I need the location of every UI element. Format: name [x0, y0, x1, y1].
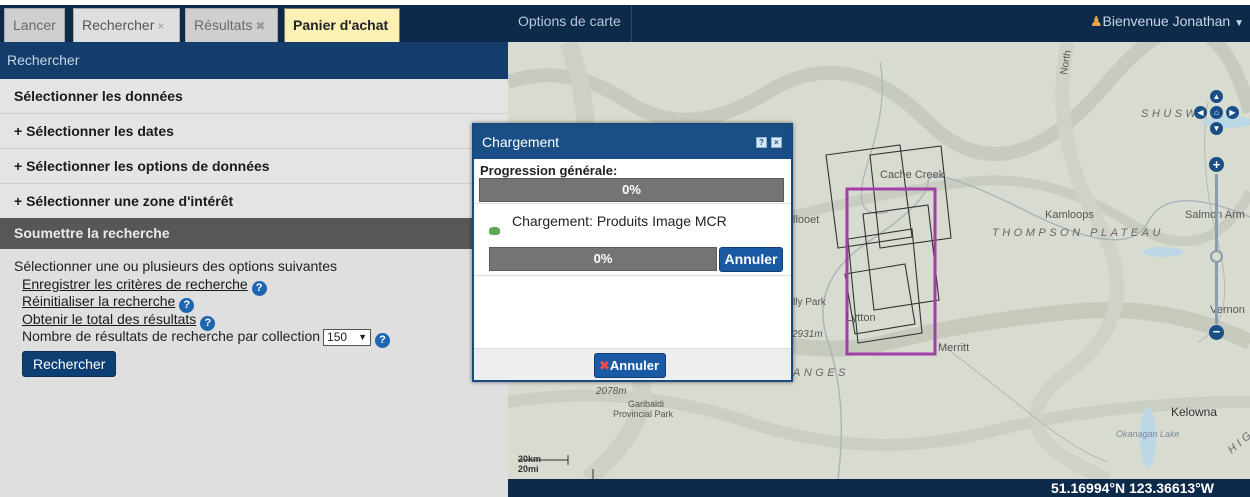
- item-progress-text: 0%: [593, 251, 613, 266]
- pan-down-icon[interactable]: ▼: [1210, 122, 1223, 135]
- close-icon: ✖: [599, 358, 610, 373]
- map-label: THOMPSON PLATEAU: [992, 227, 1164, 239]
- submit-header: Soumettre la recherche: [0, 218, 508, 249]
- chevron-down-icon: ▼: [1234, 18, 1244, 29]
- results-per-collection-label: Nombre de résultats de recherche par col…: [22, 328, 321, 344]
- get-total-link[interactable]: Obtenir le total des résultats: [22, 311, 196, 327]
- tab-label: Panier d'achat: [293, 17, 389, 33]
- close-icon[interactable]: ✖: [255, 19, 265, 33]
- item-progress-bar: 0%: [489, 247, 717, 271]
- panel-title: Rechercher: [0, 42, 508, 79]
- help-icon[interactable]: ?: [251, 280, 267, 296]
- save-criteria-link[interactable]: Enregistrer les critères de recherche: [22, 276, 248, 292]
- chevron-down-icon: ▼: [358, 332, 368, 342]
- cancel-button[interactable]: ✖Annuler: [594, 353, 667, 378]
- results-per-collection-select[interactable]: 150 ▼: [323, 329, 372, 346]
- tab-panier[interactable]: Panier d'achat: [284, 8, 400, 42]
- home-icon[interactable]: ⌂: [1210, 106, 1223, 119]
- cancel-label: Annuler: [609, 358, 660, 373]
- pan-left-icon[interactable]: ◀: [1194, 106, 1207, 119]
- layer-icon: [489, 227, 500, 235]
- tab-label: Résultats: [194, 17, 253, 33]
- map-label: 2078m: [596, 386, 627, 397]
- item-cancel-button[interactable]: Annuler: [719, 247, 783, 272]
- map-label: Cache Creek: [880, 169, 945, 181]
- reset-search-link[interactable]: Réinitialiser la recherche: [22, 293, 175, 309]
- overall-progress-bar: 0%: [479, 178, 784, 202]
- overall-progress-label: Progression générale:: [480, 163, 618, 178]
- pan-right-icon[interactable]: ▶: [1226, 106, 1239, 119]
- close-icon[interactable]: ×: [771, 137, 782, 148]
- map-label: 2931m: [792, 329, 823, 340]
- scale-mi: 20mi: [518, 464, 539, 474]
- scale-km: 20km: [518, 454, 542, 464]
- section-select-dates[interactable]: + Sélectionner les dates: [0, 114, 508, 149]
- tab-label: Rechercher: [82, 17, 155, 33]
- tab-bar: Lancer Rechercher × Résultats ✖ Panier d'a…: [0, 5, 508, 42]
- map-label: Okanagan Lake: [1116, 429, 1180, 439]
- map-label: lly Park: [793, 297, 826, 308]
- section-area-of-interest[interactable]: + Sélectionner une zone d'intérêt: [0, 184, 508, 219]
- section-select-data[interactable]: Sélectionner les données: [0, 79, 508, 114]
- map-toolbar: Options de carte ♟Bienvenue Jonathan ▼: [508, 5, 1250, 42]
- overall-progress-text: 0%: [622, 182, 641, 197]
- select-value: 150: [327, 330, 348, 344]
- dialog-footer: ✖Annuler: [474, 348, 791, 380]
- map-label: llooet: [793, 214, 820, 226]
- zoom-out-icon[interactable]: −: [1209, 325, 1224, 340]
- help-icon[interactable]: ?: [375, 333, 391, 348]
- loading-dialog: Chargement ? × Progression générale: 0% …: [472, 123, 793, 382]
- loading-item-label: Chargement: Produits Image MCR: [512, 213, 727, 229]
- close-icon[interactable]: ×: [157, 19, 164, 33]
- submit-body: Sélectionner une ou plusieurs des option…: [0, 249, 508, 497]
- coordinates-text: 51.16994°N 123.36613°W: [1051, 480, 1214, 496]
- tab-label: Lancer: [13, 17, 56, 33]
- map-label: Kamloops: [1045, 209, 1094, 221]
- zoom-in-icon[interactable]: +: [1209, 157, 1224, 172]
- map-label: Lytton: [846, 312, 876, 324]
- help-icon[interactable]: ?: [756, 137, 767, 148]
- tab-resultats[interactable]: Résultats ✖: [185, 8, 278, 42]
- map-label: Provincial Park: [613, 409, 674, 419]
- user-icon: ♟: [1089, 13, 1103, 29]
- pan-up-icon[interactable]: ▲: [1210, 90, 1223, 103]
- dialog-titlebar: Chargement ? ×: [474, 125, 791, 159]
- search-button[interactable]: Rechercher: [22, 350, 117, 377]
- map-label: SHUSW: [1141, 108, 1200, 120]
- welcome-text: Bienvenue Jonathan: [1102, 13, 1231, 29]
- section-data-options[interactable]: + Sélectionner les options de données: [0, 149, 508, 184]
- map-label: ANGES: [793, 367, 850, 379]
- coordinate-readout: 51.16994°N 123.36613°W: [508, 479, 1250, 497]
- tab-rechercher[interactable]: Rechercher ×: [73, 8, 180, 42]
- search-panel: Lancer Rechercher × Résultats ✖ Panier d'a…: [0, 5, 508, 497]
- instruction-text: Sélectionner une ou plusieurs des option…: [14, 258, 337, 274]
- dialog-title: Chargement: [482, 134, 560, 150]
- map-label: Garibaldi: [628, 399, 665, 409]
- map-label: Kelowna: [1171, 405, 1218, 419]
- map-options-button[interactable]: Options de carte: [508, 5, 632, 42]
- map-label: Merritt: [938, 342, 970, 354]
- zoom-slider-handle[interactable]: [1210, 250, 1223, 263]
- zoom-slider-track[interactable]: [1215, 174, 1218, 324]
- tab-lancer[interactable]: Lancer: [4, 8, 65, 42]
- user-menu[interactable]: ♟Bienvenue Jonathan ▼: [1090, 5, 1244, 40]
